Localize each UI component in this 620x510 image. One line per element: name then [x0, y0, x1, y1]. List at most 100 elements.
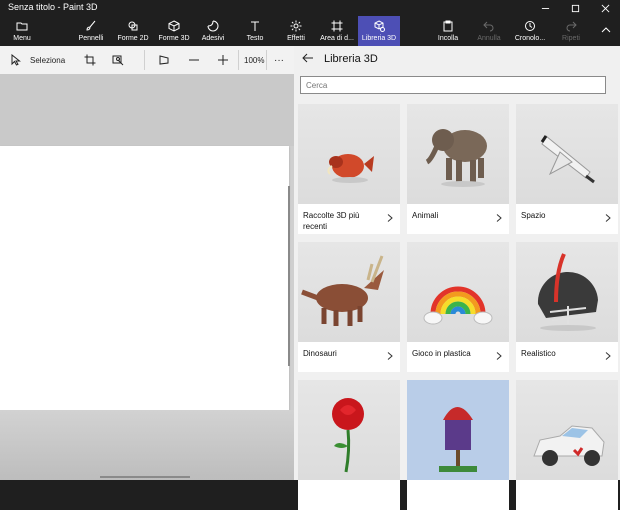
chevron-right-icon — [387, 352, 393, 360]
maximize-icon[interactable] — [560, 0, 590, 16]
canvas-area — [0, 74, 294, 480]
canvas-label: Area di d... — [320, 35, 354, 42]
pointer-icon — [11, 54, 21, 66]
zoom-value: 100% — [244, 55, 265, 65]
zoom-out-button[interactable] — [188, 46, 200, 74]
category-tile[interactable]: Dinosauri — [298, 242, 400, 372]
magic-select-tool[interactable] — [112, 46, 124, 74]
elephant-icon — [425, 129, 487, 187]
horizontal-scrollbar[interactable] — [100, 476, 190, 478]
canvas-backdrop-bottom — [0, 410, 294, 480]
canvas-icon — [331, 20, 343, 32]
category-tile[interactable]: Realistico — [516, 242, 618, 372]
category-thumbnail — [298, 380, 400, 480]
category-tile[interactable] — [298, 380, 400, 510]
category-tile[interactable]: Gioco in plastica — [407, 242, 509, 372]
shapes-2d-icon — [128, 21, 138, 31]
more-options-button[interactable]: ··· — [274, 46, 284, 74]
minimize-icon[interactable] — [530, 0, 560, 16]
zoom-level[interactable]: 100% — [244, 46, 264, 74]
effects-button[interactable]: Effetti — [278, 16, 314, 46]
dinosaur-icon — [301, 255, 384, 326]
category-label: Dinosauri — [303, 349, 337, 358]
undo-icon — [483, 21, 494, 32]
category-caption: Spazio — [516, 204, 618, 234]
category-tile[interactable] — [516, 380, 618, 510]
rose-icon — [332, 398, 364, 473]
text-label: Testo — [246, 35, 264, 42]
zoom-in-button[interactable] — [217, 46, 229, 74]
plus-icon — [218, 55, 228, 65]
brush-icon — [86, 20, 96, 31]
search-input[interactable] — [300, 76, 606, 94]
arrow-left-icon — [302, 53, 313, 63]
shapes-3d-label: Forme 3D — [158, 35, 190, 42]
shapes-2d-button[interactable]: Forme 2D — [112, 16, 154, 46]
category-thumbnail — [516, 242, 618, 342]
stickers-button[interactable]: Adesivi — [194, 16, 232, 46]
panel-title: Libreria 3D — [324, 53, 378, 65]
undo-button[interactable]: Annulla — [472, 16, 506, 46]
category-label: Gioco in plastica — [412, 349, 471, 358]
redo-label: Ripeti — [562, 35, 580, 42]
text-button[interactable]: Testo — [238, 16, 272, 46]
menu-label: Menu — [13, 35, 31, 42]
minus-icon — [189, 59, 199, 61]
vertical-scrollbar[interactable] — [288, 186, 290, 366]
paste-label: Incolla — [437, 35, 459, 42]
close-icon[interactable] — [590, 0, 620, 16]
back-button[interactable] — [300, 52, 316, 68]
category-label: Raccolte 3D più recenti — [303, 211, 360, 231]
redo-button[interactable]: Ripeti — [554, 16, 588, 46]
category-thumbnail — [298, 104, 400, 204]
paste-icon — [443, 20, 453, 32]
shapes-3d-button[interactable]: Forme 3D — [154, 16, 194, 46]
toolbar-divider — [266, 50, 267, 70]
category-caption: Dinosauri — [298, 342, 400, 372]
text-icon — [251, 21, 259, 31]
category-thumbnail — [516, 104, 618, 204]
window-title: Senza titolo - Paint 3D — [8, 2, 98, 12]
category-thumbnail — [407, 380, 509, 480]
paste-button[interactable]: Incolla — [430, 16, 466, 46]
undo-label: Annulla — [477, 35, 501, 42]
history-label: Cronolo... — [514, 35, 546, 42]
space-shuttle-icon — [540, 135, 595, 184]
shapes-2d-label: Forme 2D — [117, 35, 149, 42]
library-3d-label: Libreria 3D — [361, 35, 397, 42]
panel-header: Libreria 3D — [294, 46, 620, 74]
effects-icon — [290, 20, 302, 32]
folder-icon — [16, 22, 28, 31]
menu-button[interactable]: Menu — [2, 16, 42, 46]
chevron-up-icon — [601, 26, 611, 32]
toolbar-divider — [144, 50, 145, 70]
library-3d-icon — [374, 20, 385, 32]
category-label: Realistico — [521, 349, 556, 358]
cube-icon — [168, 20, 180, 32]
history-button[interactable]: Cronolo... — [510, 16, 550, 46]
category-thumbnail — [407, 104, 509, 204]
more-icon: ··· — [274, 54, 284, 66]
view-3d-tool[interactable] — [158, 46, 170, 74]
history-icon — [525, 21, 535, 31]
category-tile[interactable]: Animali — [407, 104, 509, 234]
library-3d-panel: Libreria 3D Raccolte 3D più recenti — [294, 46, 620, 510]
brushes-button[interactable]: Pennelli — [70, 16, 112, 46]
effects-label: Effetti — [287, 35, 305, 42]
window-controls — [530, 0, 620, 16]
canvas-button[interactable]: Area di d... — [316, 16, 358, 46]
chevron-right-icon — [387, 214, 393, 222]
crop-icon — [84, 54, 96, 66]
select-tool[interactable]: Seleziona — [10, 46, 65, 74]
library-3d-button[interactable]: Libreria 3D — [358, 16, 400, 46]
category-label: Spazio — [521, 211, 546, 220]
drawing-canvas[interactable] — [0, 146, 289, 410]
category-tile[interactable] — [407, 380, 509, 510]
chevron-right-icon — [496, 352, 502, 360]
category-label: Animali — [412, 211, 439, 220]
collapse-ribbon-button[interactable] — [596, 16, 616, 46]
category-caption: Gioco in plastica — [407, 342, 509, 372]
category-tile[interactable]: Raccolte 3D più recenti — [298, 104, 400, 234]
crop-tool[interactable] — [84, 46, 96, 74]
category-tile[interactable]: Spazio — [516, 104, 618, 234]
